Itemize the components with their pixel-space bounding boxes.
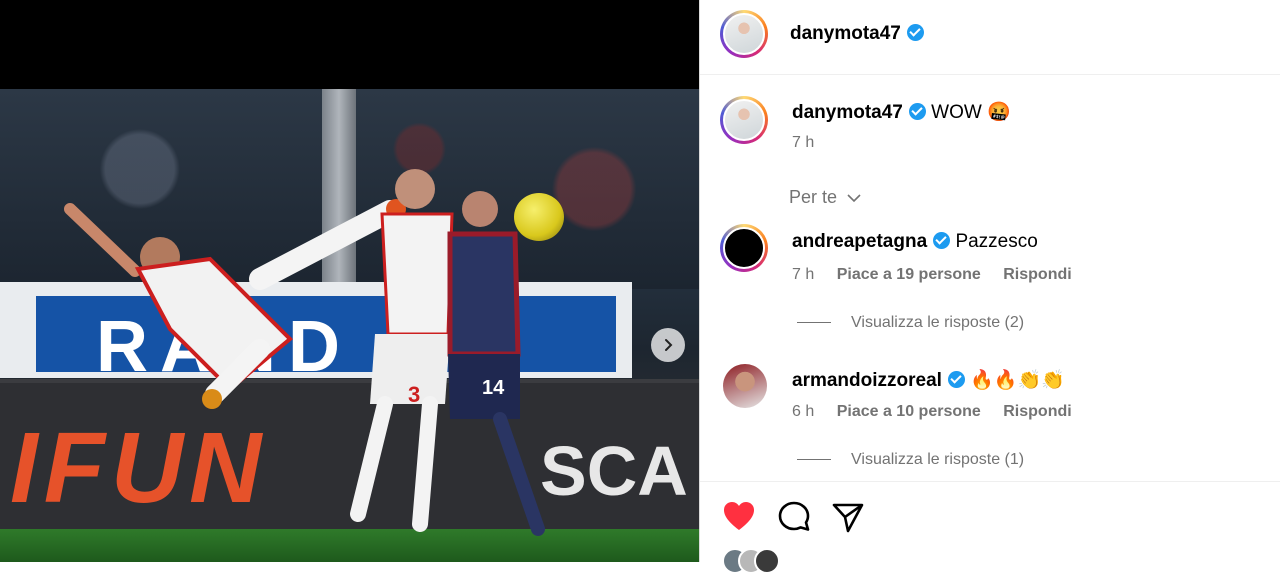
- caption-avatar[interactable]: [720, 96, 768, 144]
- chevron-right-icon: [665, 339, 673, 351]
- post-media-pane: RAND IFUN SCA 3: [0, 0, 699, 562]
- post-photo: RAND IFUN SCA 3: [0, 89, 699, 562]
- next-photo-button[interactable]: [651, 328, 685, 362]
- comment-time: 6 h: [792, 403, 815, 420]
- comment-username[interactable]: armandoizzoreal: [792, 370, 942, 391]
- view-replies-label: Visualizza le risposte (2): [851, 314, 1025, 331]
- comment-likes[interactable]: Piace a 10 persone: [837, 403, 981, 420]
- comment-sort-label: Per te: [789, 187, 838, 207]
- verified-icon: [908, 103, 926, 120]
- comment-avatar[interactable]: [723, 364, 767, 408]
- comment-text: Pazzesco: [955, 231, 1038, 252]
- caption-line: danymota47 WOW 🤬: [792, 100, 1011, 124]
- comment-icon[interactable]: [777, 500, 811, 534]
- verified-icon: [933, 232, 951, 249]
- comment-meta: 6 h Piace a 10 persone Rispondi: [792, 403, 1090, 421]
- post-actions-bar: [700, 481, 1280, 563]
- reply-button[interactable]: Rispondi: [1003, 403, 1071, 420]
- comment-avatar[interactable]: [720, 224, 768, 272]
- author-avatar[interactable]: [720, 10, 768, 58]
- header-username[interactable]: danymota47: [790, 23, 924, 45]
- comment-username[interactable]: andreapetagna: [792, 231, 927, 252]
- heart-icon[interactable]: [722, 500, 756, 534]
- verified-icon: [906, 24, 924, 41]
- verified-icon: [947, 371, 965, 388]
- jersey-number-dark: 14: [482, 377, 505, 399]
- view-replies-button[interactable]: Visualizza le risposte (2): [797, 314, 1024, 332]
- advert-text-orange: IFUN: [10, 412, 268, 524]
- caption-time: 7 h: [792, 134, 815, 151]
- football: [514, 193, 564, 241]
- comment-line: armandoizzoreal 🔥🔥👏👏: [792, 368, 1065, 392]
- liked-by-avatars[interactable]: [722, 548, 782, 574]
- comment-meta: 7 h Piace a 19 persone Rispondi: [792, 266, 1090, 284]
- comment-time: 7 h: [792, 266, 815, 283]
- post-side-panel: danymota47 danymota47 WOW 🤬 7 h Per te a…: [699, 0, 1280, 574]
- caption-text: WOW 🤬: [931, 102, 1011, 123]
- post-header: danymota47: [700, 0, 1280, 75]
- reply-button[interactable]: Rispondi: [1003, 266, 1071, 283]
- comment-likes[interactable]: Piace a 19 persone: [837, 266, 981, 283]
- share-icon[interactable]: [831, 500, 865, 534]
- caption-username[interactable]: danymota47: [792, 102, 903, 123]
- view-replies-label: Visualizza le risposte (1): [851, 451, 1025, 468]
- view-replies-button[interactable]: Visualizza le risposte (1): [797, 451, 1024, 469]
- jersey-number-white: 3: [408, 382, 420, 407]
- comment-line: andreapetagna Pazzesco: [792, 231, 1038, 253]
- comment-text: 🔥🔥👏👏: [970, 370, 1065, 391]
- chevron-down-icon: [847, 194, 861, 203]
- header-username-text[interactable]: danymota47: [790, 23, 901, 44]
- comment-sort-dropdown[interactable]: Per te: [789, 187, 862, 208]
